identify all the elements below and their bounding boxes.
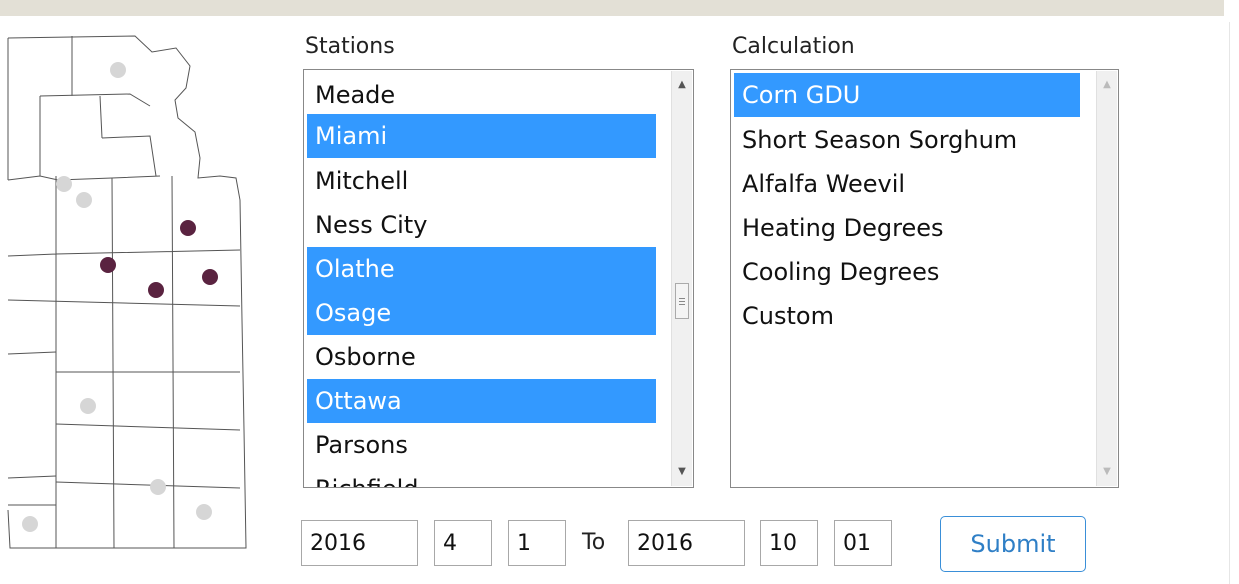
- station-option[interactable]: Parsons: [307, 423, 656, 467]
- scroll-thumb[interactable]: [675, 283, 689, 319]
- stations-label: Stations: [305, 34, 395, 59]
- calculation-option[interactable]: Heating Degrees: [734, 206, 1080, 250]
- calculation-option[interactable]: Corn GDU: [734, 73, 1080, 117]
- station-map: [7, 35, 247, 549]
- station-dot-inactive: [56, 176, 72, 192]
- station-dot-active: [148, 282, 164, 298]
- station-option[interactable]: Mitchell: [307, 159, 656, 203]
- calculation-option[interactable]: Cooling Degrees: [734, 250, 1080, 294]
- station-option[interactable]: Meade: [307, 73, 656, 117]
- map-outline: [7, 35, 247, 549]
- calculation-label: Calculation: [732, 34, 855, 59]
- station-dot-active: [100, 257, 116, 273]
- scroll-down-arrow-icon[interactable]: ▼: [672, 462, 692, 482]
- calculation-option[interactable]: Custom: [734, 294, 1080, 338]
- station-option[interactable]: Richfield: [307, 467, 656, 487]
- end-month-input[interactable]: [760, 520, 818, 566]
- stations-listbox[interactable]: Meade Miami Mitchell Ness City Olathe Os…: [303, 69, 694, 488]
- station-dot-inactive: [80, 398, 96, 414]
- calculation-listbox[interactable]: Corn GDU Short Season Sorghum Alfalfa We…: [730, 69, 1119, 488]
- end-year-input[interactable]: [628, 520, 745, 566]
- station-dot-inactive: [76, 192, 92, 208]
- stations-scrollbar[interactable]: ▲ ▼: [671, 71, 692, 486]
- start-year-input[interactable]: [301, 520, 418, 566]
- station-option[interactable]: Miami: [307, 114, 656, 158]
- station-option[interactable]: Osage: [307, 291, 656, 335]
- end-day-input[interactable]: [834, 520, 892, 566]
- start-day-input[interactable]: [508, 520, 566, 566]
- station-option[interactable]: Ness City: [307, 203, 656, 247]
- station-dot-active: [180, 220, 196, 236]
- station-dot-inactive: [110, 62, 126, 78]
- station-dot-inactive: [150, 479, 166, 495]
- scroll-down-arrow-icon[interactable]: ▼: [1097, 462, 1117, 482]
- right-margin: [1224, 0, 1239, 584]
- to-label: To: [582, 530, 606, 555]
- right-divider: [1229, 22, 1230, 584]
- start-month-input[interactable]: [434, 520, 492, 566]
- scroll-up-arrow-icon[interactable]: ▲: [672, 75, 692, 95]
- station-dot-active: [202, 269, 218, 285]
- submit-button[interactable]: Submit: [940, 516, 1086, 572]
- calculation-scrollbar[interactable]: ▲ ▼: [1096, 71, 1117, 486]
- station-option[interactable]: Ottawa: [307, 379, 656, 423]
- station-dot-inactive: [22, 516, 38, 532]
- top-border-bar: [0, 0, 1224, 16]
- scroll-up-arrow-icon[interactable]: ▲: [1097, 75, 1117, 95]
- calculation-option[interactable]: Alfalfa Weevil: [734, 162, 1080, 206]
- station-dot-inactive: [196, 504, 212, 520]
- station-option[interactable]: Olathe: [307, 247, 656, 291]
- station-option[interactable]: Osborne: [307, 335, 656, 379]
- calculation-option[interactable]: Short Season Sorghum: [734, 118, 1080, 162]
